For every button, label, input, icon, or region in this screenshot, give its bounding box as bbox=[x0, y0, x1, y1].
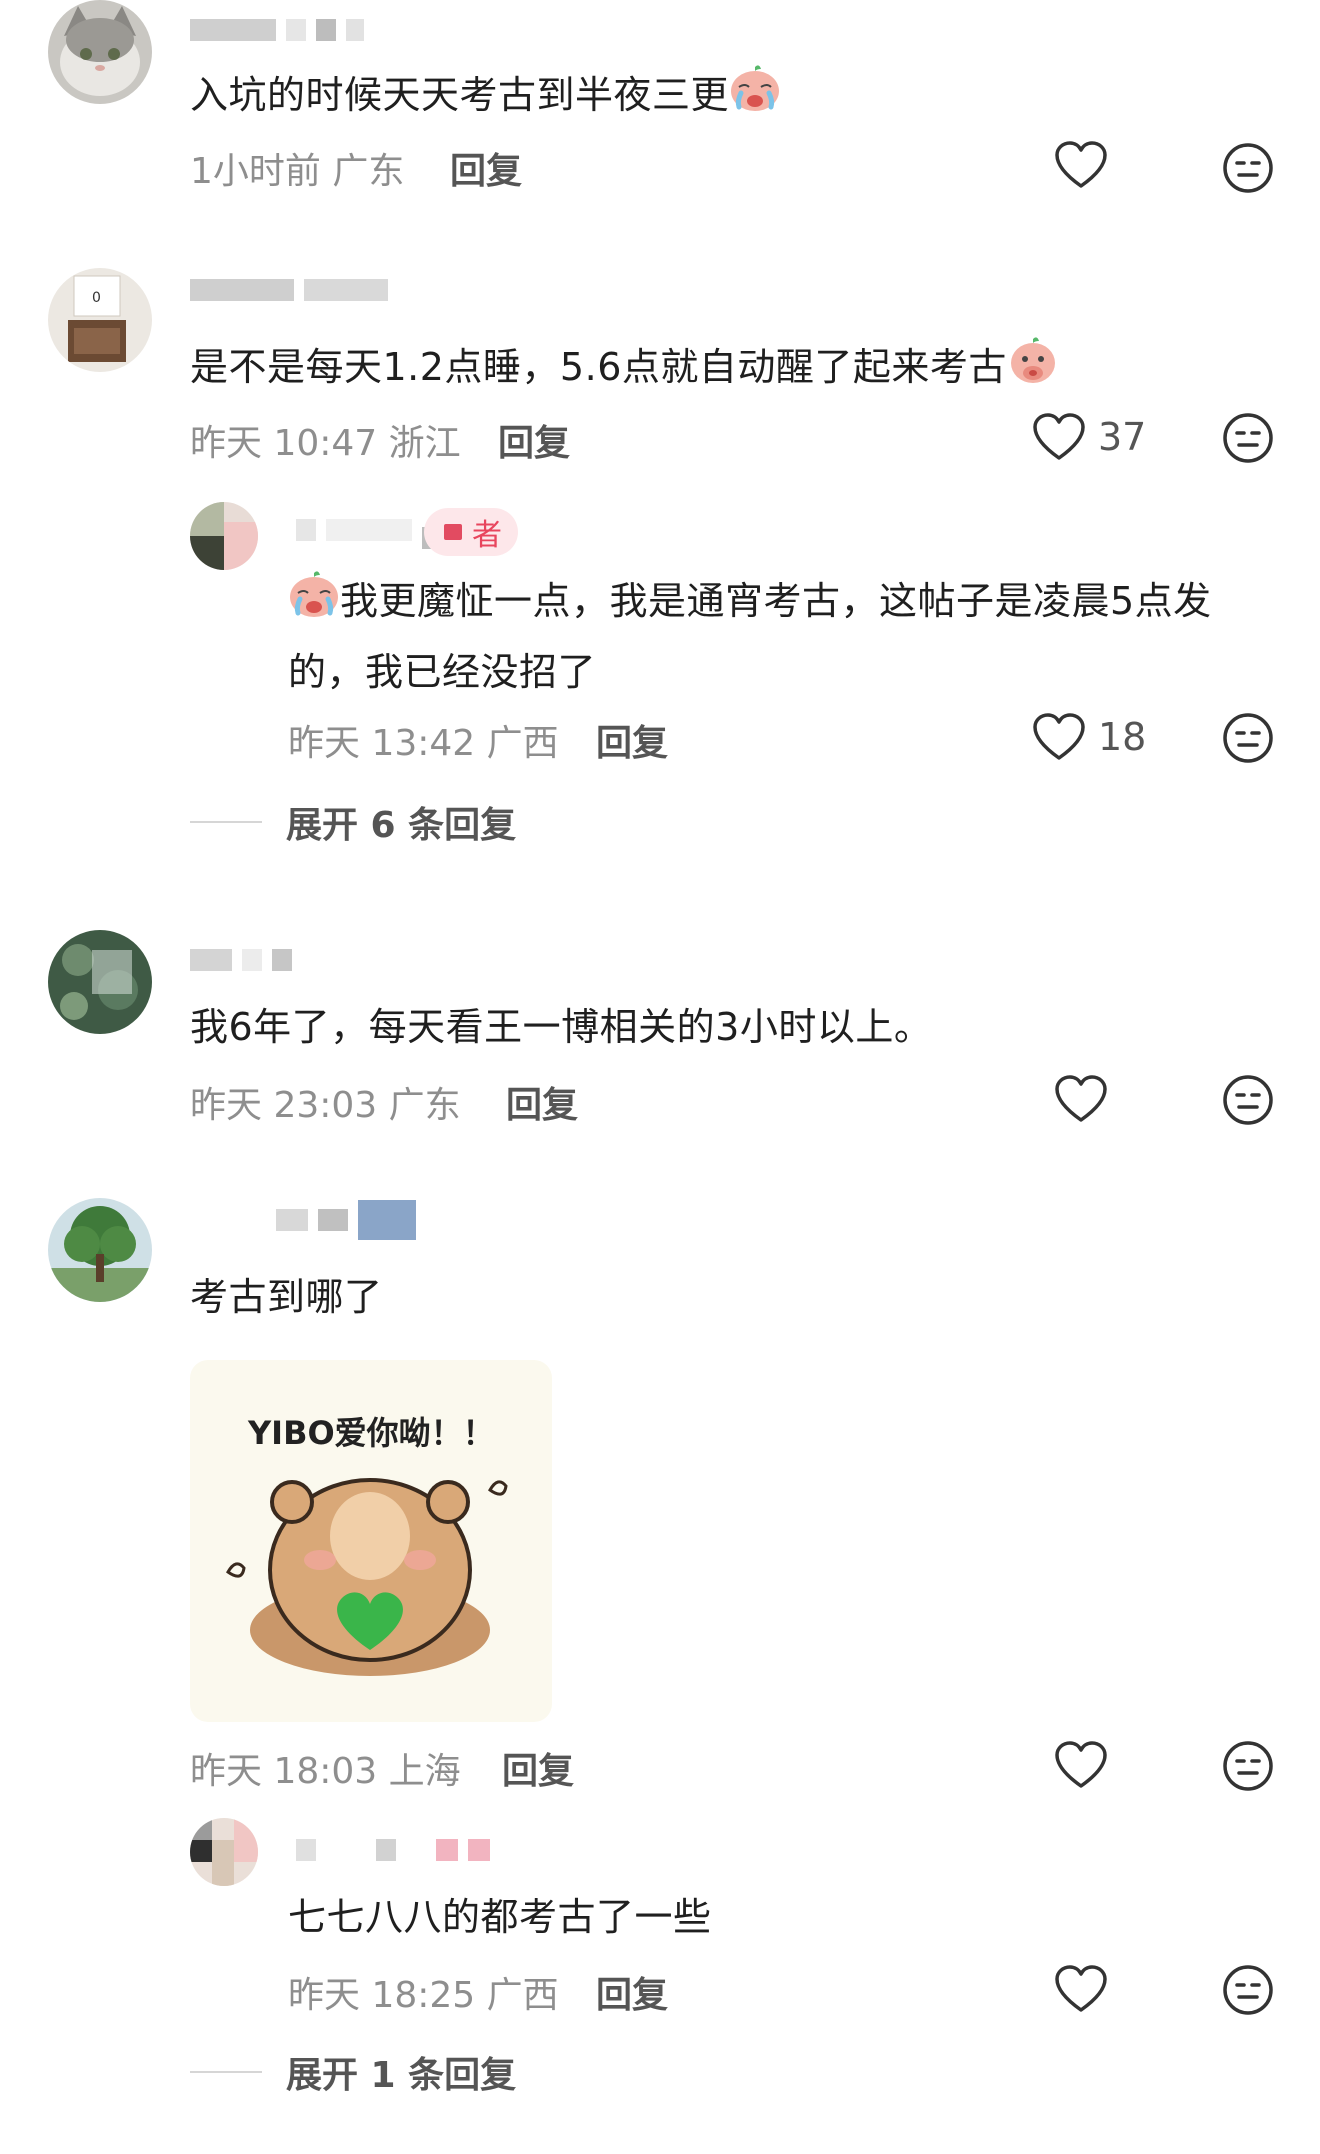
username-redacted bbox=[190, 948, 292, 972]
thinking-emoji bbox=[1007, 335, 1059, 405]
reply-button[interactable]: 回复 bbox=[450, 142, 522, 194]
expand-label: 展开 6 条回复 bbox=[286, 805, 517, 846]
meh-face-icon bbox=[1223, 1741, 1273, 1791]
reply-button[interactable]: 回复 bbox=[498, 414, 570, 466]
expand-divider bbox=[190, 821, 262, 823]
meh-face-icon bbox=[1223, 143, 1273, 193]
username-redacted bbox=[276, 1200, 416, 1240]
like-button[interactable] bbox=[1054, 1740, 1108, 1790]
avatar-reply[interactable] bbox=[190, 1818, 258, 1886]
avatar-product[interactable]: 0 bbox=[48, 268, 152, 372]
reply-button[interactable]: 回复 bbox=[596, 714, 668, 766]
comment-text: 我6年了，每天看王一博相关的3小时以上。 bbox=[190, 1005, 933, 1049]
expand-label: 展开 1 条回复 bbox=[286, 2055, 517, 2096]
location: 浙江 bbox=[388, 423, 461, 464]
like-button[interactable] bbox=[1054, 1964, 1108, 2014]
username-redacted bbox=[190, 18, 364, 42]
heart-outline-icon bbox=[1055, 1075, 1107, 1122]
like-count: 37 bbox=[1098, 415, 1147, 459]
author-badge: 者 bbox=[424, 508, 518, 556]
location: 广西 bbox=[486, 723, 559, 764]
avatar-reply[interactable] bbox=[190, 502, 258, 570]
like-button[interactable] bbox=[1054, 1074, 1108, 1124]
avatar-cat[interactable] bbox=[48, 0, 152, 104]
crying-emoji bbox=[288, 569, 340, 639]
meh-face-icon bbox=[1223, 1965, 1273, 2015]
reply-button[interactable]: 回复 bbox=[596, 1966, 668, 2018]
avatar-pond[interactable] bbox=[48, 930, 152, 1034]
username-redacted bbox=[190, 278, 388, 302]
expand-replies[interactable]: 展开 1 条回复 bbox=[190, 2046, 516, 2098]
like-button[interactable]: 37 bbox=[1032, 412, 1146, 462]
comment-meta: 昨天 10:47 浙江 bbox=[190, 414, 461, 466]
reply-button[interactable]: 回复 bbox=[506, 1076, 578, 1128]
timestamp: 昨天 18:03 bbox=[190, 1751, 378, 1792]
meh-face-icon bbox=[1223, 1075, 1273, 1125]
dislike-button[interactable] bbox=[1222, 1074, 1274, 1130]
heart-outline-icon bbox=[1033, 713, 1085, 760]
svg-text:0: 0 bbox=[92, 290, 101, 306]
meh-face-icon bbox=[1223, 413, 1273, 463]
timestamp: 昨天 10:47 bbox=[190, 423, 378, 464]
like-count: 18 bbox=[1098, 715, 1147, 759]
heart-outline-icon bbox=[1055, 1741, 1107, 1788]
avatar-tree[interactable] bbox=[48, 1198, 152, 1302]
timestamp: 昨天 13:42 bbox=[288, 723, 476, 764]
timestamp: 昨天 18:25 bbox=[288, 1975, 476, 2016]
meh-face-icon bbox=[1223, 713, 1273, 763]
sticker-image[interactable]: YIBO爱你呦！！ bbox=[190, 1360, 552, 1722]
timestamp: 昨天 23:03 bbox=[190, 1085, 378, 1126]
reply-text: 七七八八的都考古了一些 bbox=[288, 1895, 712, 1939]
bear-illustration bbox=[226, 1478, 508, 1676]
like-button[interactable]: 18 bbox=[1032, 712, 1146, 762]
reply-button[interactable]: 回复 bbox=[502, 1742, 574, 1794]
username-redacted bbox=[296, 1838, 490, 1862]
location: 广东 bbox=[332, 151, 405, 192]
location: 广西 bbox=[486, 1975, 559, 2016]
dislike-button[interactable] bbox=[1222, 712, 1274, 768]
crying-emoji bbox=[729, 63, 781, 133]
heart-outline-icon bbox=[1055, 141, 1107, 188]
location: 上海 bbox=[388, 1751, 461, 1792]
comment-meta: 1小时前 广东 bbox=[190, 142, 404, 194]
dislike-button[interactable] bbox=[1222, 1740, 1274, 1796]
badge-label: 者 bbox=[472, 518, 502, 553]
reply-text-content: 我更魔怔一点，我是通宵考古，这帖子是凌晨5点发的，我已经没招了 bbox=[288, 579, 1212, 694]
comment-text: 是不是每天1.2点睡，5.6点就自动醒了起来考古 bbox=[190, 334, 1059, 405]
timestamp: 1小时前 bbox=[190, 151, 321, 192]
badge-dot bbox=[444, 524, 462, 540]
location: 广东 bbox=[388, 1085, 461, 1126]
comment-meta: 昨天 18:03 上海 bbox=[190, 1742, 461, 1794]
comment-text: 考古到哪了 bbox=[190, 1275, 383, 1319]
heart-outline-icon bbox=[1033, 413, 1085, 460]
expand-divider bbox=[190, 2071, 262, 2073]
dislike-button[interactable] bbox=[1222, 412, 1274, 468]
comment-text-content: 是不是每天1.2点睡，5.6点就自动醒了起来考古 bbox=[190, 345, 1007, 389]
reply-meta: 昨天 18:25 广西 bbox=[288, 1966, 559, 2018]
expand-replies[interactable]: 展开 6 条回复 bbox=[190, 796, 516, 848]
reply-text: 我更魔怔一点，我是通宵考古，这帖子是凌晨5点发的，我已经没招了 bbox=[288, 568, 1268, 705]
dislike-button[interactable] bbox=[1222, 142, 1274, 198]
comment-text: 入坑的时候天天考古到半夜三更 bbox=[190, 62, 781, 133]
heart-outline-icon bbox=[1055, 1965, 1107, 2012]
comment-meta: 昨天 23:03 广东 bbox=[190, 1076, 461, 1128]
dislike-button[interactable] bbox=[1222, 1964, 1274, 2020]
comment-text-content: 入坑的时候天天考古到半夜三更 bbox=[190, 73, 730, 117]
reply-meta: 昨天 13:42 广西 bbox=[288, 714, 559, 766]
like-button[interactable] bbox=[1054, 140, 1108, 190]
